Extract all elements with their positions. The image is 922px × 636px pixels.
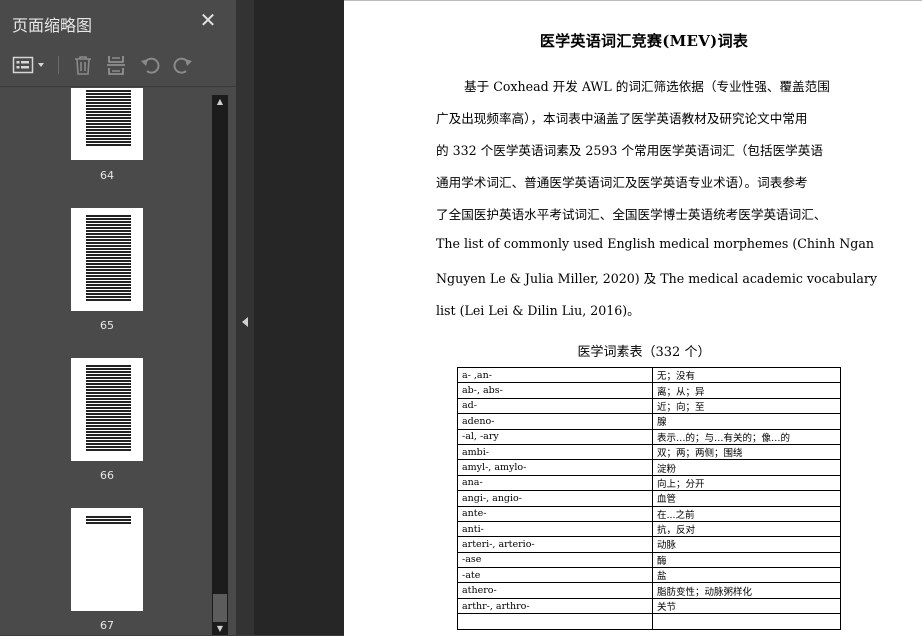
morpheme-cell xyxy=(457,613,653,630)
meaning-cell: 淀粉 xyxy=(652,459,841,476)
table-row: anti- 抗，反对 xyxy=(457,520,841,538)
morpheme-cell: ab-, abs- xyxy=(457,382,653,399)
table-title: 医学词素表（332 个） xyxy=(577,345,711,360)
table-row: ad- 近；向；至 xyxy=(457,397,841,415)
table-row: arteri-, arterio- 动脉 xyxy=(457,536,841,553)
meaning-cell: 血管 xyxy=(652,490,841,507)
meaning-cell: 动脉 xyxy=(652,536,841,553)
rotate-left-button[interactable] xyxy=(137,52,163,78)
table-row: -al, -ary 表示…的；与…有关的；像…的 xyxy=(457,428,841,445)
meaning-cell: 双；两；两侧；围绕 xyxy=(652,443,841,461)
thumbnail-content xyxy=(86,365,131,452)
morpheme-cell: athero- xyxy=(457,582,653,599)
thumbnail-content xyxy=(86,516,131,525)
thumbnail-options-icon xyxy=(12,56,44,74)
thumbnail-page-number: 66 xyxy=(100,469,114,482)
extract-page-icon xyxy=(107,56,125,75)
table-row: -ate 盐 xyxy=(457,567,841,584)
meaning-cell: 表示…的；与…有关的；像…的 xyxy=(652,428,841,445)
thumbnail-page-number: 65 xyxy=(100,319,114,332)
morpheme-cell: anti- xyxy=(457,520,653,538)
morpheme-cell: -ase xyxy=(457,551,653,569)
thumbnail-toolbar xyxy=(0,44,236,87)
table-row: amyl-, amylo- 淀粉 xyxy=(457,459,841,476)
table-row: ab-, abs- 离；从；异 xyxy=(457,382,841,399)
meaning-cell: 盐 xyxy=(652,567,841,584)
meaning-cell: 关节 xyxy=(652,597,841,615)
meaning-cell: 近；向；至 xyxy=(652,397,841,415)
scrollbar-thumb[interactable] xyxy=(213,594,227,622)
morpheme-cell: -al, -ary xyxy=(457,428,653,445)
table-row: ambi- 双；两；两侧；围绕 xyxy=(457,443,841,461)
morpheme-cell: ad- xyxy=(457,397,653,415)
meaning-cell xyxy=(652,613,841,630)
document-title: 医学英语词汇竞赛(MEV)词表 xyxy=(539,32,749,50)
paragraph-line: 了全国医护英语水平考试词汇、全国医学博士英语统考医学英语词汇、 xyxy=(436,207,827,222)
scroll-down-icon[interactable]: ▼ xyxy=(214,624,226,634)
panel-header: 页面缩略图 ✕ xyxy=(0,0,236,44)
document-viewer-background xyxy=(254,0,344,635)
paragraph-line: 通用学术词汇、普通医学英语词汇及医学英语专业术语）。词表参考 xyxy=(436,175,808,190)
thumbnail-page-number: 64 xyxy=(100,169,114,182)
table-row: -ase 酶 xyxy=(457,551,841,569)
paragraph-line: 基于 Coxhead 开发 AWL 的词汇筛选依据（专业性强、覆盖范围 xyxy=(464,79,830,94)
paragraph-line: list (Lei Lei & Dilin Liu, 2016)。 xyxy=(436,303,640,318)
meaning-cell: 无；没有 xyxy=(652,366,841,384)
extract-page-button[interactable] xyxy=(103,52,129,78)
table-row: ante- 在...之前 xyxy=(457,505,841,522)
thumbnail-page-number: 67 xyxy=(100,619,114,632)
dropdown-caret-icon xyxy=(38,63,44,67)
page-thumbnail-65[interactable] xyxy=(71,208,143,311)
close-icon[interactable]: ✕ xyxy=(198,9,218,31)
thumbnail-content xyxy=(86,215,131,302)
document-page: 医学英语词汇竞赛(MEV)词表 基于 Coxhead 开发 AWL 的词汇筛选依… xyxy=(344,0,922,636)
page-thumbnail-67[interactable] xyxy=(71,508,143,611)
rotate-right-button[interactable] xyxy=(170,52,196,78)
table-row xyxy=(457,613,841,630)
delete-page-icon xyxy=(75,56,91,75)
table-row: ana- 向上；分开 xyxy=(457,474,841,492)
page-thumbnail-64[interactable] xyxy=(71,88,143,160)
morpheme-cell: a- ,an- xyxy=(457,366,653,384)
meaning-cell: 在...之前 xyxy=(652,505,841,522)
meaning-cell: 离；从；异 xyxy=(652,382,841,399)
paragraph-line: Nguyen Le & Julia Miller, 2020) 及 The me… xyxy=(436,271,878,286)
paragraph-line: 广及出现频率高），本词表中涵盖了医学英语教材及研究论文中常用 xyxy=(436,111,808,126)
thumbnail-options-button[interactable] xyxy=(10,52,48,78)
morpheme-cell: arteri-, arterio- xyxy=(457,536,653,553)
morpheme-cell: ante- xyxy=(457,505,653,522)
toolbar-separator xyxy=(58,56,59,74)
panel-title: 页面缩略图 xyxy=(12,16,93,35)
table-row: angi-, angio- 血管 xyxy=(457,490,841,507)
table-row: a- ,an- 无；没有 xyxy=(457,366,841,384)
thumbnail-content xyxy=(86,90,131,147)
rotate-right-icon xyxy=(173,57,192,74)
page-thumbnail-66[interactable] xyxy=(71,358,143,461)
morpheme-cell: -ate xyxy=(457,567,653,584)
morpheme-cell: adeno- xyxy=(457,413,653,430)
paragraph-line: 的 332 个医学英语词素及 2593 个常用医学英语词汇（包括医学英语 xyxy=(436,143,823,158)
meaning-cell: 脂肪变性；动脉粥样化 xyxy=(652,582,841,599)
morpheme-cell: angi-, angio- xyxy=(457,490,653,507)
morpheme-cell: amyl-, amylo- xyxy=(457,459,653,476)
collapse-panel-icon[interactable] xyxy=(241,316,249,328)
morpheme-cell: ana- xyxy=(457,474,653,492)
thumbnail-list: 64 65 66 67 xyxy=(0,88,212,635)
meaning-cell: 腺 xyxy=(652,413,841,430)
rotate-left-icon xyxy=(141,57,160,74)
page-thumbnails-panel: 页面缩略图 ✕ 64 65 66 67 ▲ ▼ xyxy=(0,0,236,635)
morpheme-table: a- ,an- 无；没有 ab-, abs- 离；从；异 ad- 近；向；至 aden… xyxy=(457,366,841,630)
paragraph-line: The list of commonly used English medica… xyxy=(436,236,874,251)
meaning-cell: 向上；分开 xyxy=(652,474,841,492)
meaning-cell: 酶 xyxy=(652,551,841,569)
meaning-cell: 抗，反对 xyxy=(652,520,841,538)
delete-page-button[interactable] xyxy=(70,52,96,78)
table-row: arthr-, arthro- 关节 xyxy=(457,597,841,615)
scroll-up-icon[interactable]: ▲ xyxy=(214,97,226,107)
morpheme-cell: arthr-, arthro- xyxy=(457,597,653,615)
table-row: adeno- 腺 xyxy=(457,413,841,430)
thumbnail-scrollbar[interactable] xyxy=(212,95,228,635)
morpheme-cell: ambi- xyxy=(457,443,653,461)
table-row: athero- 脂肪变性；动脉粥样化 xyxy=(457,582,841,599)
